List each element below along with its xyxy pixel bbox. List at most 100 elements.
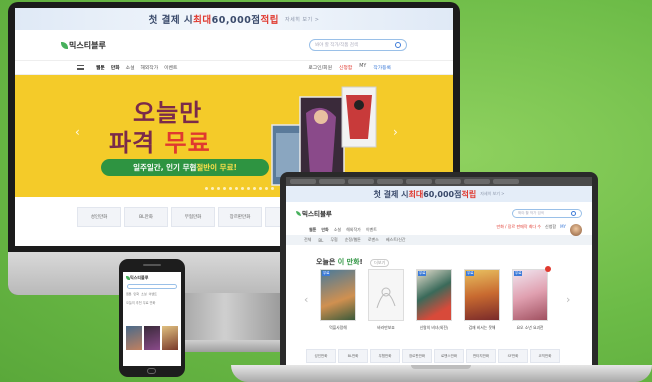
book-card[interactable]: 바라만보죠 xyxy=(368,269,404,331)
apply-link[interactable]: 신청함 xyxy=(339,64,352,71)
leaf-icon xyxy=(61,41,68,49)
subnav-all[interactable]: 전체 xyxy=(304,237,311,243)
phone-thumb[interactable] xyxy=(126,326,142,350)
laptop-nav-foreign[interactable]: 해외작가 xyxy=(346,227,361,233)
book-tag: 무료 xyxy=(514,271,523,276)
menu-icon[interactable] xyxy=(296,228,301,232)
phone-tab-manga[interactable]: 만화 xyxy=(134,292,140,296)
avatar[interactable] xyxy=(570,223,582,236)
menu-icon[interactable] xyxy=(77,65,84,70)
book-title[interactable]: 겁재 비서는 못해 xyxy=(464,325,500,331)
search-placeholder: 봐야 할 작가/작품 검색 xyxy=(315,43,359,48)
book-card[interactable]: 무료 겁재 비서는 못해 xyxy=(464,269,500,331)
section-title-suffix: ! xyxy=(359,258,363,266)
banner-next-arrow[interactable]: › xyxy=(393,125,398,139)
laptop-category-adult[interactable]: 성인만화 xyxy=(306,349,336,363)
laptop-category-martial[interactable]: 무협만화 xyxy=(370,349,400,363)
phone-tab-webtoon[interactable]: 웹툰 xyxy=(126,292,132,296)
site-header: 믹스티블루 봐야 할 작가/작품 검색 xyxy=(15,30,453,60)
leaf-icon xyxy=(296,210,301,216)
promo-banner[interactable]: 첫 결제 시 최대 60,000점 적립 자세히 보기 > xyxy=(15,8,453,30)
book-card[interactable]: 무료 먹을사랑해 xyxy=(320,269,356,331)
site-logo[interactable]: 믹스티블루 xyxy=(61,40,106,51)
sketch-illustration xyxy=(376,287,396,309)
subnav-romance[interactable]: 로맨스 xyxy=(368,237,379,243)
book-cover[interactable]: 무료 xyxy=(464,269,500,321)
phone-tab-event[interactable]: 이벤트 xyxy=(149,292,157,296)
category-bl[interactable]: BL만화 xyxy=(124,207,168,227)
carousel-next-arrow[interactable]: › xyxy=(566,293,570,306)
subnav-webtoon[interactable]: 순정/웹툰 xyxy=(345,237,361,243)
laptop-base xyxy=(231,365,652,382)
section-title: 오늘은 이 만화! 더보기 xyxy=(316,257,390,267)
laptop-apply-link[interactable]: 신청함 xyxy=(545,224,556,236)
my-link[interactable]: MY xyxy=(359,64,366,71)
book-title[interactable]: 요오 소년 요괴전 xyxy=(512,325,548,331)
search-icon[interactable] xyxy=(571,210,576,216)
category-genre[interactable]: 장르판만화 xyxy=(218,207,262,227)
phone-thumb[interactable] xyxy=(162,326,178,350)
book-title[interactable]: 먹을사랑해 xyxy=(320,325,356,331)
book-cover[interactable]: 무료 xyxy=(416,269,452,321)
carousel-prev-arrow[interactable]: ‹ xyxy=(304,293,308,306)
book-cover[interactable]: 무료 xyxy=(320,269,356,321)
search-icon[interactable] xyxy=(395,42,401,48)
promo-more-link[interactable]: 자세히 보기 > xyxy=(285,16,319,23)
phone-screen: 믹스티블루 웹툰 만화 소설 이벤트 오늘의 추천 무료 만화 xyxy=(123,272,181,366)
main-nav: 웹툰 만화 소설 해외작가 이벤트 로그인/회원 신청함 MY 작가등록 xyxy=(15,60,453,75)
laptop-category-bl[interactable]: BL만화 xyxy=(338,349,368,363)
book-title[interactable]: 바라만보죠 xyxy=(368,325,404,331)
laptop-logo[interactable]: 믹스티블루 xyxy=(296,208,332,218)
phone-header: 믹스티블루 xyxy=(123,272,181,284)
laptop-promo-banner[interactable]: 첫 결제 시 최대 60,000점 적립 자세히 보기 > xyxy=(286,186,592,202)
book-cover[interactable] xyxy=(368,269,404,321)
laptop-nav-event[interactable]: 이벤트 xyxy=(366,227,377,233)
nav-item-novel[interactable]: 소설 xyxy=(126,64,135,71)
author-link[interactable]: 작가등록 xyxy=(373,64,391,71)
laptop-category-genre[interactable]: 장르판만화 xyxy=(402,349,432,363)
login-link[interactable]: 로그인/회원 xyxy=(308,64,332,71)
book-title[interactable]: 신왕의 비녀(외전) xyxy=(416,325,452,331)
phone-thumb[interactable] xyxy=(144,326,160,350)
laptop-nav-manga[interactable]: 만화 xyxy=(321,227,328,233)
nav-item-foreign[interactable]: 해외작가 xyxy=(140,64,158,71)
category-martial[interactable]: 무협만화 xyxy=(171,207,215,227)
laptop-category-fantasy[interactable]: 판타지만화 xyxy=(466,349,496,363)
book-card[interactable]: 무료 신왕의 비녀(외전) xyxy=(416,269,452,331)
nav-item-manga[interactable]: 만화 xyxy=(111,64,120,71)
laptop-my-link[interactable]: MY xyxy=(560,224,566,236)
book-card[interactable]: 무료 요오 소년 요괴전 xyxy=(512,266,551,331)
nav-right: 로그인/회원 신청함 MY 작가등록 xyxy=(308,64,391,71)
phone-logo-text[interactable]: 믹스티블루 xyxy=(130,275,148,281)
promo-highlight: 최대 xyxy=(193,15,212,26)
monitor-stand-neck xyxy=(170,293,280,343)
banner-line2b: 무료 xyxy=(164,129,211,157)
laptop-nav-novel[interactable]: 소설 xyxy=(334,227,341,233)
category-adult[interactable]: 성인만화 xyxy=(77,207,121,227)
subnav-best[interactable]: 베스트/신간 xyxy=(386,237,406,243)
subnav-bl[interactable]: BL xyxy=(318,238,323,243)
laptop-search-input[interactable]: 봐야 할 작가 검색 xyxy=(512,208,582,218)
laptop-promo-more[interactable]: 자세히 보기 > xyxy=(480,191,504,197)
home-button[interactable] xyxy=(147,368,156,374)
laptop-category-romance[interactable]: 로맨스만화 xyxy=(434,349,464,363)
pill-text-b: 절반이 무료! xyxy=(196,163,237,172)
laptop-nav-webtoon[interactable]: 웹툰 xyxy=(309,227,316,233)
nav-item-event[interactable]: 이벤트 xyxy=(164,64,177,71)
nav-item-webtoon[interactable]: 웹툰 xyxy=(96,64,105,71)
promo-pre: 첫 결제 시 xyxy=(148,15,194,26)
laptop-category-sf[interactable]: SF만화 xyxy=(498,349,528,363)
phone-tabs: 웹툰 만화 소설 이벤트 xyxy=(123,289,181,299)
subnav-martial[interactable]: 무협 xyxy=(330,237,337,243)
laptop-genre-link[interactable]: 만화 / 장르 판매작 최다 수 xyxy=(497,224,542,236)
section-more-button[interactable]: 더보기 xyxy=(370,259,390,267)
search-input[interactable]: 봐야 할 작가/작품 검색 xyxy=(309,39,407,51)
phone-section-text: 오늘의 추천 무료 만화 xyxy=(126,301,156,305)
laptop-category-comic[interactable]: 코믹만화 xyxy=(530,349,560,363)
carousel-dots[interactable] xyxy=(205,187,274,190)
phone-tab-novel[interactable]: 소설 xyxy=(141,292,147,296)
book-cover[interactable]: 무료 xyxy=(512,269,548,321)
phone-speaker xyxy=(143,264,161,266)
banner-prev-arrow[interactable]: ‹ xyxy=(75,125,80,139)
banner-pill: 일주일간, 인기 무협 절반이 무료! xyxy=(101,159,269,176)
